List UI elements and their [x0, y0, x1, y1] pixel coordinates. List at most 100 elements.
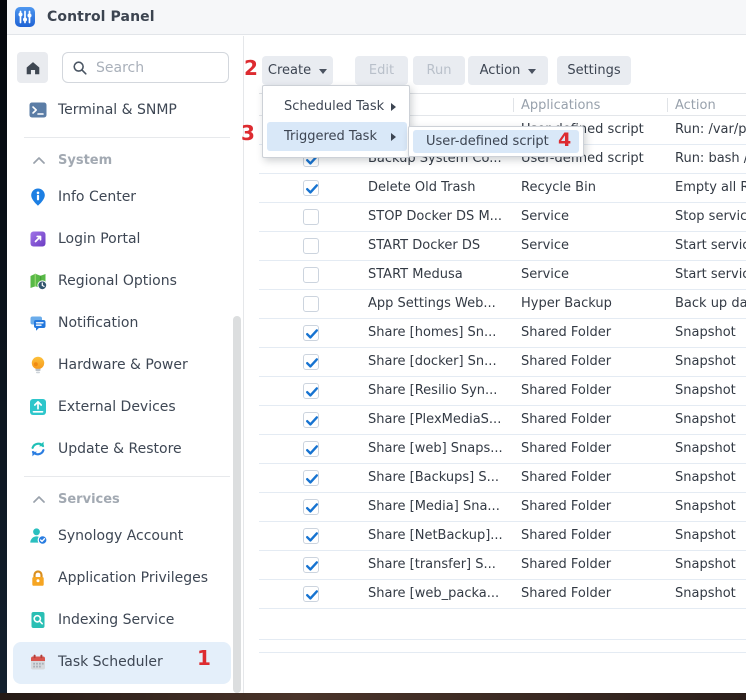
sidebar-section-services[interactable]: Services — [7, 488, 239, 510]
application-cell: Shared Folder — [521, 499, 663, 514]
row-checkbox[interactable] — [303, 267, 319, 283]
application-cell: Shared Folder — [521, 325, 663, 340]
row-checkbox[interactable] — [303, 383, 319, 399]
task-scheduler-icon — [28, 652, 48, 672]
table-row[interactable]: Share [NetBackup]... Shared Folder Snaps… — [259, 522, 746, 551]
home-button[interactable] — [17, 52, 48, 83]
task-name-cell: Share [NetBackup]... — [368, 528, 510, 543]
checkmark-icon — [304, 442, 320, 458]
table-row[interactable]: Share [transfer] S... Shared Folder Snap… — [259, 551, 746, 580]
sidebar-section-system[interactable]: System — [7, 149, 239, 171]
table-row[interactable]: Share [web_packa... Shared Folder Snapsh… — [259, 580, 746, 609]
table-row[interactable]: STOP Docker DS M... Service Stop servic — [259, 203, 746, 232]
action-cell: Stop servic — [675, 209, 746, 224]
row-checkbox[interactable] — [303, 209, 319, 225]
sidebar-item-notification[interactable]: Notification — [7, 309, 239, 337]
menu-item-user-defined-script[interactable]: User-defined script — [413, 130, 579, 153]
action-cell: Snapshot — [675, 528, 746, 543]
sidebar-item-external-devices[interactable]: External Devices — [7, 393, 239, 421]
sidebar-item-label: Update & Restore — [58, 441, 182, 457]
external-devices-icon — [28, 397, 48, 417]
row-checkbox[interactable] — [303, 499, 319, 515]
application-privileges-icon — [28, 568, 48, 588]
action-button[interactable]: Action — [468, 56, 548, 85]
section-header-label: System — [58, 153, 112, 168]
sidebar: Search Terminal & SNMP System Info Cente… — [7, 36, 244, 693]
checkmark-icon — [304, 500, 320, 516]
row-checkbox[interactable] — [303, 238, 319, 254]
sidebar-item-hardware-power[interactable]: Hardware & Power — [7, 351, 239, 379]
task-name-cell: Share [transfer] S... — [368, 557, 510, 572]
sidebar-item-label: Application Privileges — [58, 570, 208, 586]
table-row[interactable]: Share [Media] Sna... Shared Folder Snaps… — [259, 493, 746, 522]
edit-button-label: Edit — [369, 63, 394, 78]
row-checkbox[interactable] — [303, 586, 319, 602]
table-row[interactable]: Share [Resilio Syn... Shared Folder Snap… — [259, 377, 746, 406]
sidebar-item-label: Indexing Service — [58, 612, 174, 628]
application-cell: Shared Folder — [521, 383, 663, 398]
action-cell: Snapshot — [675, 441, 746, 456]
sidebar-item-synology-account[interactable]: Synology Account — [7, 522, 239, 550]
action-cell: Run: bash / — [675, 151, 746, 166]
sidebar-item-indexing-service[interactable]: Indexing Service — [7, 606, 239, 634]
task-name-cell: Share [homes] Sn... — [368, 325, 510, 340]
sidebar-item-terminal-snmp[interactable]: Terminal & SNMP — [7, 96, 239, 124]
application-cell: Shared Folder — [521, 557, 663, 572]
update-restore-icon — [28, 439, 48, 459]
menu-item-label: User-defined script — [426, 134, 549, 149]
sidebar-item-regional-options[interactable]: Regional Options — [7, 267, 239, 295]
table-row[interactable]: START Docker DS Service Start servic — [259, 232, 746, 261]
edit-button[interactable]: Edit — [355, 56, 408, 85]
table-row[interactable]: START Medusa Service Start servic — [259, 261, 746, 290]
sidebar-item-info-center[interactable]: Info Center — [7, 183, 239, 211]
column-divider — [667, 98, 668, 112]
menu-item-scheduled-task[interactable]: Scheduled Task — [267, 92, 407, 121]
submenu-arrow-icon — [391, 133, 396, 141]
action-cell: Snapshot — [675, 586, 746, 601]
desktop-wallpaper-left — [0, 0, 7, 700]
settings-button[interactable]: Settings — [557, 56, 631, 85]
synology-account-icon — [28, 526, 48, 546]
sidebar-item-login-portal[interactable]: Login Portal — [7, 225, 239, 253]
control-panel-icon — [14, 6, 36, 28]
table-row[interactable]: Share [web] Snaps... Shared Folder Snaps… — [259, 435, 746, 464]
table-row[interactable]: Delete Old Trash Recycle Bin Empty all R — [259, 174, 746, 203]
checkmark-icon — [304, 181, 320, 197]
row-checkbox[interactable] — [303, 354, 319, 370]
sidebar-item-label: External Devices — [58, 399, 176, 415]
row-checkbox[interactable] — [303, 470, 319, 486]
row-checkbox[interactable] — [303, 325, 319, 341]
task-name-cell: Share [web_packa... — [368, 586, 510, 601]
create-button[interactable]: Create — [262, 56, 333, 85]
row-checkbox[interactable] — [303, 528, 319, 544]
table-row[interactable]: Share [homes] Sn... Shared Folder Snapsh… — [259, 319, 746, 348]
row-checkbox[interactable] — [303, 441, 319, 457]
menu-item-triggered-task[interactable]: Triggered Task — [267, 122, 407, 151]
action-cell: Snapshot — [675, 412, 746, 427]
table-row[interactable]: Share [Backups] S... Shared Folder Snaps… — [259, 464, 746, 493]
task-name-cell: App Settings Web... — [368, 296, 510, 311]
annotation-step-1: 1 — [197, 648, 211, 668]
row-checkbox[interactable] — [303, 412, 319, 428]
sidebar-scrollbar[interactable] — [233, 316, 241, 693]
run-button[interactable]: Run — [413, 56, 465, 85]
checkmark-icon — [304, 355, 320, 371]
sidebar-item-application-privileges[interactable]: Application Privileges — [7, 564, 239, 592]
login-portal-icon — [28, 229, 48, 249]
column-header-action[interactable]: Action — [675, 98, 716, 113]
chevron-up-icon — [33, 157, 45, 164]
titlebar: Control Panel — [7, 0, 746, 35]
table-row[interactable]: Share [PlexMediaS... Shared Folder Snaps… — [259, 406, 746, 435]
sidebar-item-update-restore[interactable]: Update & Restore — [7, 435, 239, 463]
application-cell: Hyper Backup — [521, 296, 663, 311]
table-row[interactable]: App Settings Web... Hyper Backup Back up… — [259, 290, 746, 319]
action-cell: Snapshot — [675, 470, 746, 485]
search-icon — [72, 60, 88, 76]
table-row[interactable]: Share [docker] Sn... Shared Folder Snaps… — [259, 348, 746, 377]
row-checkbox[interactable] — [303, 557, 319, 573]
column-header-applications[interactable]: Applications — [521, 98, 600, 113]
row-checkbox[interactable] — [303, 296, 319, 312]
search-input[interactable]: Search — [62, 52, 229, 83]
annotation-step-3: 3 — [241, 123, 255, 143]
row-checkbox[interactable] — [303, 180, 319, 196]
